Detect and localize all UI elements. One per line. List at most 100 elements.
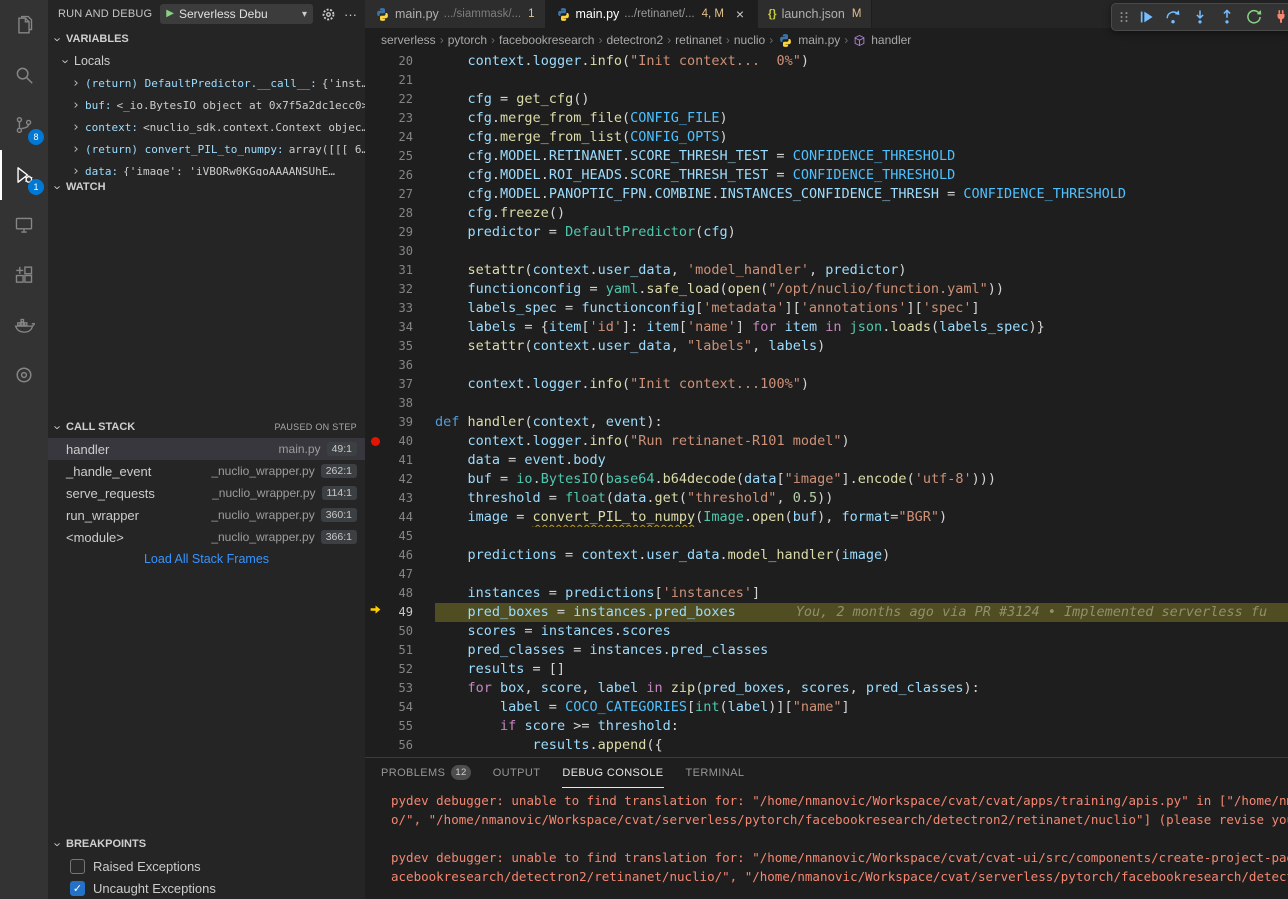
code-line[interactable]: 21	[365, 71, 1288, 90]
breakpoint-margin[interactable]	[365, 166, 385, 185]
editor-gutter[interactable]: 29	[365, 223, 435, 242]
breakpoint-margin[interactable]	[365, 261, 385, 280]
breakpoint-margin[interactable]	[365, 546, 385, 565]
editor-gutter[interactable]: 31	[365, 261, 435, 280]
code-line[interactable]: 26 cfg.MODEL.ROI_HEADS.SCORE_THRESH_TEST…	[365, 166, 1288, 185]
breakpoint-margin[interactable]	[365, 128, 385, 147]
editor-gutter[interactable]: 32	[365, 280, 435, 299]
code-line[interactable]: 34 labels = {item['id']: item['name'] fo…	[365, 318, 1288, 337]
breakpoint-margin[interactable]	[365, 337, 385, 356]
code-line[interactable]: 43 threshold = float(data.get("threshold…	[365, 489, 1288, 508]
stack-frame[interactable]: handlermain.py49:1	[48, 438, 365, 460]
code-line[interactable]: 48 instances = predictions['instances']	[365, 584, 1288, 603]
editor-gutter[interactable]: 24	[365, 128, 435, 147]
stack-frame[interactable]: <module>_nuclio_wrapper.py366:1	[48, 526, 365, 548]
breakpoint-margin[interactable]	[365, 565, 385, 584]
editor-gutter[interactable]: 55	[365, 717, 435, 736]
editor-gutter[interactable]: 21	[365, 71, 435, 90]
load-all-stack-frames-link[interactable]: Load All Stack Frames	[48, 548, 365, 570]
code-line[interactable]: 27 cfg.MODEL.PANOPTIC_FPN.COMBINE.INSTAN…	[365, 185, 1288, 204]
continue-button[interactable]	[1134, 5, 1158, 29]
more-actions-icon[interactable]: ···	[344, 7, 357, 22]
checkbox[interactable]	[70, 859, 85, 874]
editor-gutter[interactable]: 37	[365, 375, 435, 394]
editor-gutter[interactable]: 48	[365, 584, 435, 603]
breakpoint-margin[interactable]	[365, 147, 385, 166]
code-editor[interactable]: 20 context.logger.info("Init context... …	[365, 52, 1288, 757]
code-line[interactable]: 28 cfg.freeze()	[365, 204, 1288, 223]
activity-item-docker[interactable]	[0, 300, 48, 350]
code-line[interactable]: 50 scores = instances.scores	[365, 622, 1288, 641]
variable-row[interactable]: ›data:{'image': 'iVBORw0KGgoAAAANSUhE…	[48, 160, 365, 176]
code-line[interactable]: 41 data = event.body	[365, 451, 1288, 470]
debug-config-picker[interactable]: ▶ Serverless Debu ▾	[160, 4, 313, 24]
editor-gutter[interactable]: 45	[365, 527, 435, 546]
variables-scope-locals[interactable]: › Locals	[48, 50, 365, 72]
code-line[interactable]: 38	[365, 394, 1288, 413]
editor-gutter[interactable]: 42	[365, 470, 435, 489]
panel-tab-debug-console[interactable]: DEBUG CONSOLE	[562, 758, 663, 788]
code-line[interactable]: 36	[365, 356, 1288, 375]
editor-gutter[interactable]: 30	[365, 242, 435, 261]
breakpoint-margin[interactable]	[365, 717, 385, 736]
breakpoint-row[interactable]: Raised Exceptions	[48, 855, 365, 877]
editor-gutter[interactable]: 47	[365, 565, 435, 584]
editor-gutter[interactable]: 39	[365, 413, 435, 432]
editor-gutter[interactable]: 56	[365, 736, 435, 755]
close-icon[interactable]: ×	[733, 6, 747, 22]
code-line[interactable]: 29 predictor = DefaultPredictor(cfg)	[365, 223, 1288, 242]
editor-gutter[interactable]: 41	[365, 451, 435, 470]
breakpoint-margin[interactable]	[365, 489, 385, 508]
disconnect-button[interactable]	[1269, 5, 1288, 29]
restart-button[interactable]	[1242, 5, 1266, 29]
breadcrumb-item[interactable]: serverless	[381, 33, 436, 47]
editor-gutter[interactable]: 34	[365, 318, 435, 337]
breakpoints-section-header[interactable]: › BREAKPOINTS	[48, 833, 365, 855]
editor-gutter[interactable]: 44	[365, 508, 435, 527]
editor-tab[interactable]: main.py.../siammask/...1	[365, 0, 546, 28]
breakpoint-margin[interactable]	[365, 584, 385, 603]
editor-gutter[interactable]: 54	[365, 698, 435, 717]
code-line[interactable]: 51 pred_classes = instances.pred_classes	[365, 641, 1288, 660]
editor-gutter[interactable]: 38	[365, 394, 435, 413]
code-line[interactable]: 31 setattr(context.user_data, 'model_han…	[365, 261, 1288, 280]
activity-item-explorer[interactable]	[0, 0, 48, 50]
breakpoint-margin[interactable]	[365, 603, 385, 622]
code-line[interactable]: 42 buf = io.BytesIO(base64.b64decode(dat…	[365, 470, 1288, 489]
editor-gutter[interactable]: 49	[365, 603, 435, 622]
breakpoint-margin[interactable]	[365, 527, 385, 546]
panel-tab-problems[interactable]: PROBLEMS12	[381, 758, 471, 788]
code-line[interactable]: 52 results = []	[365, 660, 1288, 679]
editor-gutter[interactable]: 53	[365, 679, 435, 698]
panel-tab-output[interactable]: OUTPUT	[493, 758, 541, 788]
checkbox[interactable]: ✓	[70, 881, 85, 896]
stack-frame[interactable]: serve_requests_nuclio_wrapper.py114:1	[48, 482, 365, 504]
breakpoint-margin[interactable]	[365, 394, 385, 413]
code-line[interactable]: 56 results.append({	[365, 736, 1288, 755]
editor-gutter[interactable]: 52	[365, 660, 435, 679]
code-line[interactable]: 47	[365, 565, 1288, 584]
editor-gutter[interactable]: 46	[365, 546, 435, 565]
editor-gutter[interactable]: 51	[365, 641, 435, 660]
stack-frame[interactable]: run_wrapper_nuclio_wrapper.py360:1	[48, 504, 365, 526]
breadcrumb-symbol[interactable]: handler	[871, 33, 911, 47]
editor-gutter[interactable]: 22	[365, 90, 435, 109]
code-line[interactable]: 33 labels_spec = functionconfig['metadat…	[365, 299, 1288, 318]
breadcrumb-file[interactable]: main.py	[798, 33, 840, 47]
code-line[interactable]: 39def handler(context, event):	[365, 413, 1288, 432]
variable-row[interactable]: ›(return) DefaultPredictor.__call__:{'in…	[48, 72, 365, 94]
breakpoint-margin[interactable]	[365, 52, 385, 71]
editor-gutter[interactable]: 33	[365, 299, 435, 318]
code-line[interactable]: 24 cfg.merge_from_list(CONFIG_OPTS)	[365, 128, 1288, 147]
gear-icon[interactable]	[321, 7, 336, 22]
code-line[interactable]: 20 context.logger.info("Init context... …	[365, 52, 1288, 71]
breakpoint-margin[interactable]	[365, 451, 385, 470]
code-line[interactable]: 37 context.logger.info("Init context...1…	[365, 375, 1288, 394]
call-stack-section-header[interactable]: › CALL STACK PAUSED ON STEP	[48, 416, 365, 438]
step-out-button[interactable]	[1215, 5, 1239, 29]
breakpoint-margin[interactable]	[365, 641, 385, 660]
breadcrumb-item[interactable]: pytorch	[448, 33, 487, 47]
breakpoint-margin[interactable]	[365, 299, 385, 318]
editor-gutter[interactable]: 28	[365, 204, 435, 223]
activity-item-source-control[interactable]: 8	[0, 100, 48, 150]
